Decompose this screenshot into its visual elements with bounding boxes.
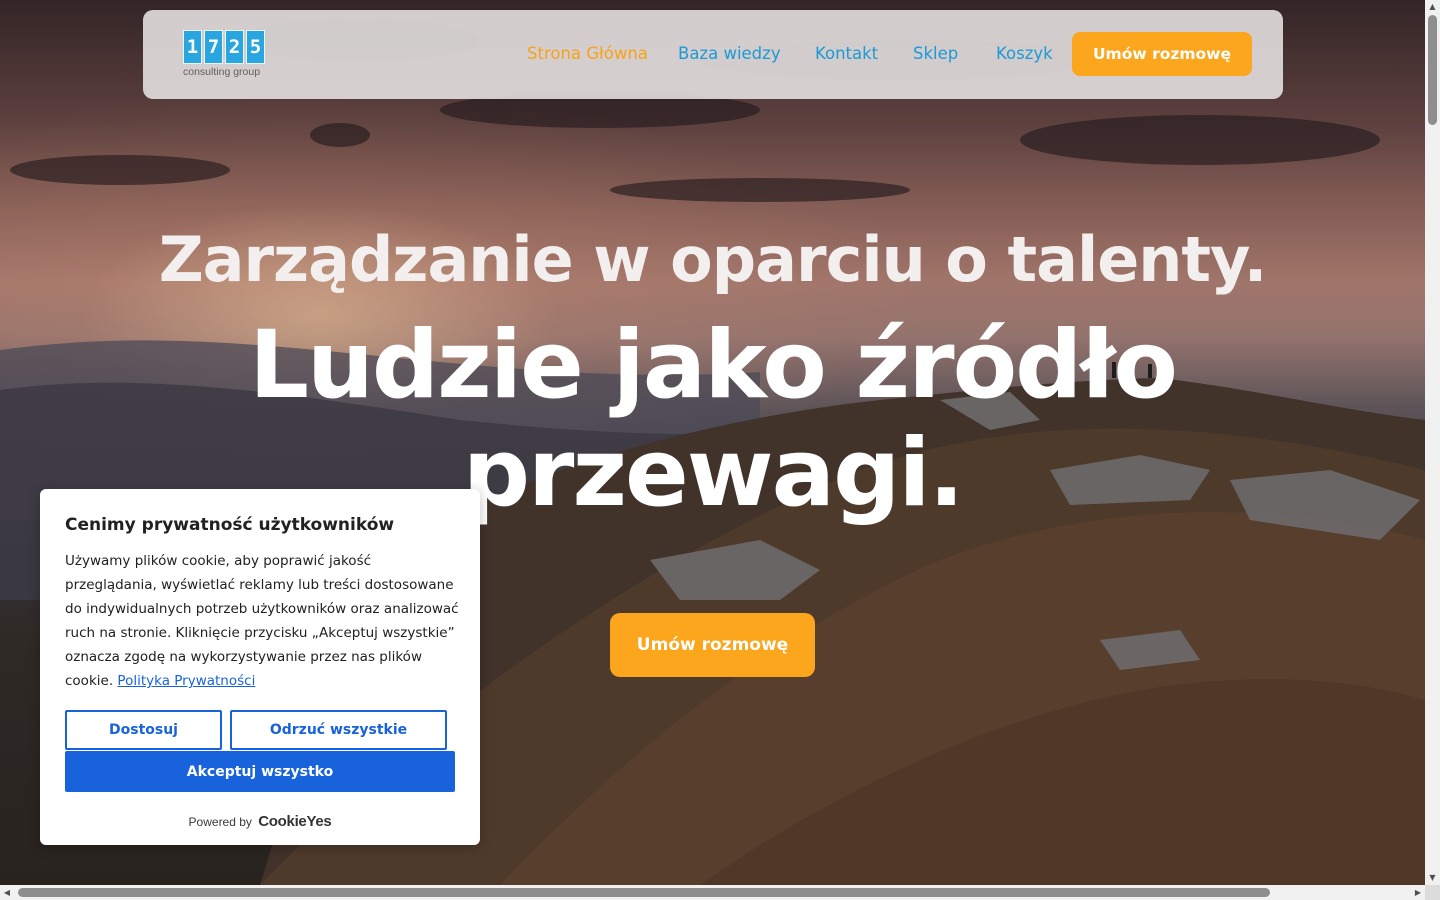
privacy-policy-link[interactable]: Polityka Prywatności <box>117 673 255 689</box>
hero-headline: Zarządzanie w oparciu o talenty. <box>158 223 1268 296</box>
scroll-left-arrow-icon[interactable]: ◀ <box>0 885 14 900</box>
cookie-title: Cenimy prywatność użytkowników <box>65 515 395 535</box>
cookie-body-text: Używamy plików cookie, aby poprawić jako… <box>65 553 459 689</box>
site-header: 1 7 2 5 consulting group Strona Główna B… <box>143 10 1283 99</box>
customize-button[interactable]: Dostosuj <box>65 710 222 750</box>
vertical-scroll-thumb[interactable] <box>1428 15 1437 125</box>
powered-by: Powered by CookieYes <box>40 813 480 830</box>
powered-by-text: Powered by <box>188 815 252 829</box>
cookieyes-logo[interactable]: CookieYes <box>258 813 331 830</box>
horizontal-scroll-thumb[interactable] <box>18 888 1270 897</box>
schedule-call-button[interactable]: Umów rozmowę <box>1072 32 1252 76</box>
scroll-up-arrow-icon[interactable]: ▲ <box>1425 0 1440 14</box>
vertical-scrollbar[interactable]: ▲ ▼ <box>1425 0 1440 885</box>
scroll-down-arrow-icon[interactable]: ▼ <box>1425 871 1440 885</box>
nav-link-cart[interactable]: Koszyk <box>996 43 1053 65</box>
cookie-description: Używamy plików cookie, aby poprawić jako… <box>65 549 465 693</box>
cookie-consent-banner: Cenimy prywatność użytkowników Używamy p… <box>40 489 480 845</box>
nav-link-contact[interactable]: Kontakt <box>815 43 878 65</box>
nav-link-shop[interactable]: Sklep <box>913 43 958 65</box>
accept-all-button[interactable]: Akceptuj wszystko <box>65 751 455 792</box>
reject-all-button[interactable]: Odrzuć wszystkie <box>230 710 447 750</box>
horizontal-scrollbar[interactable]: ◀ ▶ <box>0 885 1425 900</box>
nav-link-knowledge-base[interactable]: Baza wiedzy <box>678 43 781 65</box>
scroll-right-arrow-icon[interactable]: ▶ <box>1411 885 1425 900</box>
scrollbar-corner <box>1425 885 1440 900</box>
hero-schedule-call-button[interactable]: Umów rozmowę <box>610 613 815 677</box>
nav-link-home[interactable]: Strona Główna <box>527 43 648 65</box>
main-nav: Strona Główna Baza wiedzy Kontakt Sklep … <box>143 10 1283 99</box>
